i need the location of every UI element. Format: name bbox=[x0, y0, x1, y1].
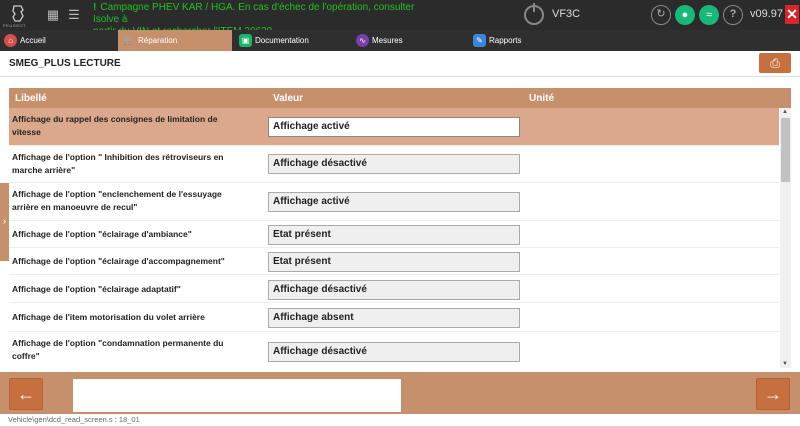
divider bbox=[0, 76, 800, 77]
row-value: Affichage activé bbox=[268, 117, 520, 137]
header-unite: Unité bbox=[529, 93, 554, 104]
alert-line-1: Campagne PHEV KAR / HGA. En cas d'échec … bbox=[93, 2, 415, 25]
tab-rapports[interactable]: ✎ Rapports bbox=[469, 30, 583, 51]
top-bar: PEUGEOT ▦ ☰ ! Campagne PHEV KAR / HGA. En… bbox=[0, 0, 800, 37]
header-valeur: Valeur bbox=[273, 93, 304, 104]
table-row[interactable]: Affichage du rappel des consignes de lim… bbox=[9, 108, 779, 146]
status-path: Vehicle\gen\dcd_read_screen.s : 18_01 bbox=[0, 414, 800, 426]
list-icon[interactable]: ☰ bbox=[66, 7, 82, 23]
grid-icon[interactable]: ▦ bbox=[45, 7, 61, 23]
brand-text: PEUGEOT bbox=[3, 23, 27, 28]
table-row[interactable]: Affichage de l'option "éclairage d'accom… bbox=[9, 248, 779, 275]
row-value: Affichage activé bbox=[268, 192, 520, 212]
report-icon: ✎ bbox=[473, 34, 486, 47]
tab-reparation[interactable]: 🛒 Réparation bbox=[118, 30, 232, 51]
main-tabs: ⌂ Accueil 🛒 Réparation ▣ Documentation ∿… bbox=[0, 30, 800, 51]
tab-label: Documentation bbox=[255, 36, 309, 45]
refresh-icon[interactable]: ↻ bbox=[651, 5, 671, 25]
row-value: Affichage désactivé bbox=[268, 342, 520, 362]
side-panel-toggle[interactable]: › bbox=[0, 183, 9, 261]
page-title: SMEG_PLUS LECTURE bbox=[9, 58, 121, 69]
row-label: Affichage de l'option "enclenchement de … bbox=[12, 189, 222, 212]
tab-label: Mesures bbox=[372, 36, 403, 45]
user-icon[interactable]: ● bbox=[675, 5, 695, 25]
row-label: Affichage de l'option "condamnation perm… bbox=[12, 338, 224, 361]
parameters-table: Libellé Valeur Unité Affichage du rappel… bbox=[9, 88, 791, 368]
row-value: Affichage désactivé bbox=[268, 280, 520, 300]
wave-icon: ∿ bbox=[356, 34, 369, 47]
chevron-right-icon: › bbox=[2, 216, 7, 227]
row-label: Affichage de l'option "éclairage adaptat… bbox=[12, 284, 181, 294]
vin-label: VF3C bbox=[552, 8, 581, 20]
tab-label: Réparation bbox=[138, 36, 178, 45]
arrow-right-icon: → bbox=[764, 384, 782, 404]
row-label: Affichage de l'option " Inhibition des r… bbox=[12, 152, 224, 175]
help-icon[interactable]: ? bbox=[723, 5, 743, 25]
message-box bbox=[73, 379, 401, 412]
scroll-down-icon[interactable]: ▼ bbox=[782, 361, 788, 367]
row-value: Affichage désactivé bbox=[268, 154, 520, 174]
tab-mesures[interactable]: ∿ Mesures bbox=[352, 30, 466, 51]
table-row[interactable]: Affichage de l'item motorisation du vole… bbox=[9, 303, 779, 332]
footer-bar: ← → bbox=[0, 372, 800, 414]
next-button[interactable]: → bbox=[756, 378, 790, 410]
table-row[interactable]: Affichage de l'option "condamnation perm… bbox=[9, 332, 779, 368]
row-value: Etat présent bbox=[268, 252, 520, 272]
tab-label: Accueil bbox=[20, 36, 46, 45]
row-label: Affichage de l'option "éclairage d'ambia… bbox=[12, 229, 192, 239]
scroll-up-icon[interactable]: ▲ bbox=[782, 109, 788, 115]
printer-icon: ⎙ bbox=[770, 56, 780, 70]
table-header: Libellé Valeur Unité bbox=[9, 88, 791, 108]
scroll-thumb[interactable] bbox=[781, 118, 790, 182]
tab-accueil[interactable]: ⌂ Accueil bbox=[0, 30, 114, 51]
power-icon[interactable] bbox=[524, 3, 544, 25]
cart-icon: 🛒 bbox=[123, 36, 134, 45]
wifi-icon[interactable]: ≈ bbox=[699, 5, 719, 25]
table-scrollbar[interactable]: ▲ ▼ bbox=[780, 108, 791, 368]
previous-button[interactable]: ← bbox=[9, 378, 43, 410]
table-row[interactable]: Affichage de l'option "éclairage d'ambia… bbox=[9, 221, 779, 248]
table-row[interactable]: Affichage de l'option "éclairage adaptat… bbox=[9, 275, 779, 303]
row-label: Affichage de l'item motorisation du vole… bbox=[12, 312, 205, 322]
table-row[interactable]: Affichage de l'option " Inhibition des r… bbox=[9, 146, 779, 183]
row-value: Affichage absent bbox=[268, 308, 520, 328]
table-row[interactable]: Affichage de l'option "enclenchement de … bbox=[9, 183, 779, 221]
tab-label: Rapports bbox=[489, 36, 522, 45]
close-icon[interactable]: ✕ bbox=[785, 5, 799, 24]
print-button[interactable]: ⎙ bbox=[759, 53, 791, 73]
arrow-left-icon: ← bbox=[17, 384, 35, 404]
row-label: Affichage du rappel des consignes de lim… bbox=[12, 114, 218, 137]
tab-documentation[interactable]: ▣ Documentation bbox=[235, 30, 349, 51]
version-label: v09.97 bbox=[750, 8, 784, 20]
row-label: Affichage de l'option "éclairage d'accom… bbox=[12, 256, 225, 266]
row-value: Etat présent bbox=[268, 225, 520, 245]
folder-icon: ▣ bbox=[239, 34, 252, 47]
header-libelle: Libellé bbox=[15, 93, 47, 104]
alert-icon: ! bbox=[93, 2, 97, 13]
home-icon: ⌂ bbox=[4, 34, 17, 47]
